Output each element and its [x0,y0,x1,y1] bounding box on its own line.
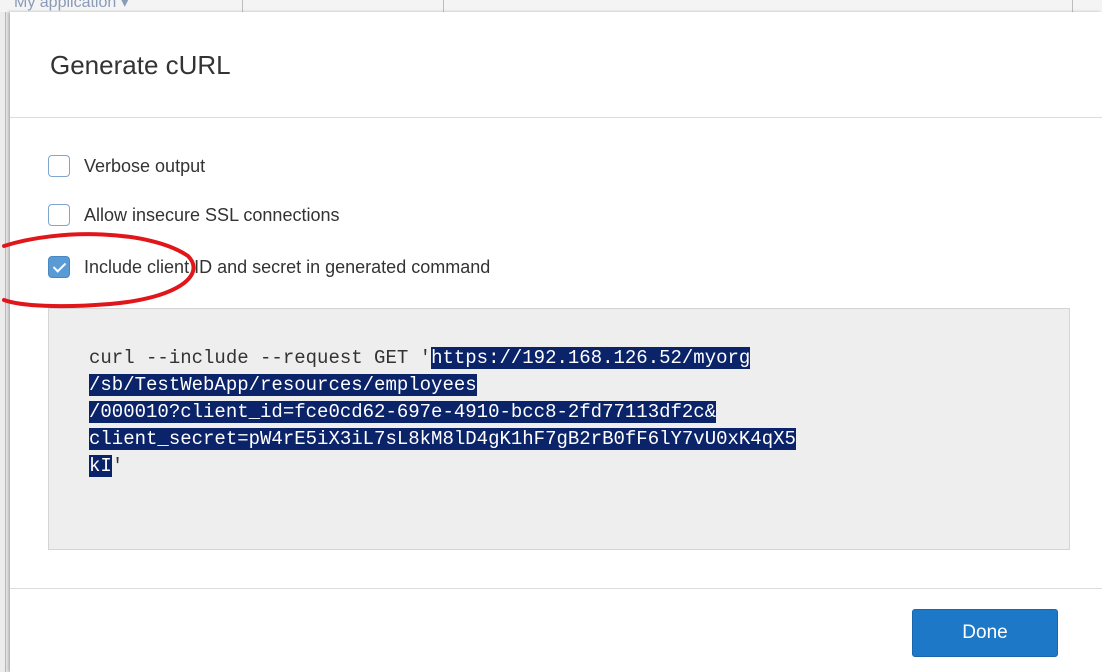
curl-command-box[interactable]: curl --include --request GET 'https://19… [48,308,1070,550]
insecure-ssl-option[interactable]: Allow insecure SSL connections [48,202,339,228]
include-credentials-label: Include client ID and secret in generate… [84,256,491,277]
insecure-ssl-checkbox[interactable] [48,204,70,226]
insecure-ssl-label: Allow insecure SSL connections [84,204,340,225]
verbose-output-option[interactable]: Verbose output [48,153,205,179]
dialog-title: Generate cURL [50,50,231,80]
command-suffix: ' [111,455,124,477]
background-app-border [5,12,6,672]
curl-command-text[interactable]: curl --include --request GET 'https://19… [89,345,989,480]
header-divider [242,0,243,12]
include-credentials-option[interactable]: Include client ID and secret in generate… [48,254,490,280]
generate-curl-dialog: Generate cURL Verbose output Allow insec… [10,12,1102,672]
verbose-output-label: Verbose output [84,155,206,176]
background-app-title: My application ▾ [14,0,129,11]
command-line: /sb/TestWebApp/resources/employees [89,374,477,396]
command-line: /000010?client_id=fce0cd62-697e-4910-bcc… [89,401,717,423]
dialog-header: Generate cURL [10,12,1102,118]
command-prefix: curl --include --request GET ' [89,347,432,369]
include-credentials-checkbox[interactable] [48,256,70,278]
done-button[interactable]: Done [912,609,1058,657]
command-line: https://192.168.126.52/myorg [431,347,751,369]
verbose-output-checkbox[interactable] [48,155,70,177]
header-divider [1072,0,1073,12]
command-line: client_secret=pW4rE5iX3iL7sL8kM8lD4gK1hF… [89,428,796,450]
checkmark-icon [52,259,67,273]
command-line: kI [89,455,112,477]
dialog-footer-divider [10,588,1102,589]
header-divider [443,0,444,12]
background-app-header: My application ▾ [0,0,1102,12]
